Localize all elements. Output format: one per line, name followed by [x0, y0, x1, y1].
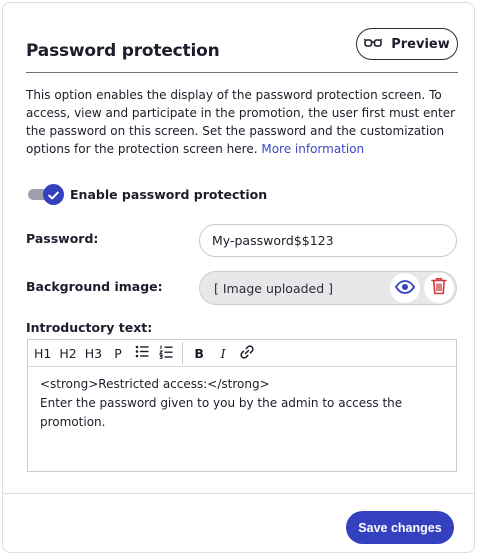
- background-image-label: Background image:: [26, 279, 163, 294]
- toggle-knob: [43, 184, 64, 205]
- toolbar-bullet-list-button[interactable]: [134, 342, 150, 364]
- eye-icon: [394, 279, 416, 298]
- background-image-field: [ Image uploaded ]: [199, 271, 457, 305]
- password-protection-panel: Password protection Preview This option …: [2, 2, 475, 553]
- description: This option enables the display of the p…: [26, 86, 458, 158]
- numbered-list-icon: [158, 345, 173, 362]
- toolbar-h2-button[interactable]: H2: [59, 342, 76, 364]
- introductory-text-label: Introductory text:: [26, 320, 153, 335]
- rich-text-editor: H1 H2 H3 P B I <strong>Restricted access…: [27, 339, 457, 472]
- preview-button[interactable]: Preview: [356, 28, 458, 60]
- toolbar-italic-button[interactable]: I: [215, 342, 231, 364]
- toolbar-separator: [182, 342, 184, 364]
- toolbar-h3-button[interactable]: H3: [85, 342, 102, 364]
- view-image-button[interactable]: [390, 273, 420, 303]
- more-information-link[interactable]: More information: [261, 142, 364, 156]
- toolbar-h1-button[interactable]: H1: [34, 342, 51, 364]
- toolbar-bold-button[interactable]: B: [191, 342, 207, 364]
- enable-protection-toggle[interactable]: [26, 183, 64, 205]
- toolbar-link-button[interactable]: [239, 342, 255, 364]
- check-icon: [48, 185, 59, 204]
- toolbar-numbered-list-button[interactable]: [158, 342, 174, 364]
- link-icon: [239, 344, 255, 363]
- introductory-text-content[interactable]: <strong>Restricted access:</strong> Ente…: [28, 367, 456, 440]
- glasses-icon: [364, 37, 383, 52]
- footer-divider: [3, 493, 474, 494]
- description-text: This option enables the display of the p…: [26, 88, 456, 156]
- preview-label: Preview: [391, 36, 450, 52]
- password-input[interactable]: [199, 224, 457, 257]
- toggle-label: Enable password protection: [70, 186, 268, 202]
- delete-image-button[interactable]: [424, 273, 454, 303]
- page-title: Password protection: [26, 41, 220, 61]
- image-status: [ Image uploaded ]: [214, 281, 334, 296]
- password-label: Password:: [26, 231, 99, 246]
- panel-header: Password protection Preview: [26, 28, 458, 73]
- trash-icon: [431, 277, 447, 299]
- save-changes-button[interactable]: Save changes: [346, 511, 454, 544]
- toolbar-paragraph-button[interactable]: P: [110, 342, 126, 364]
- enable-protection-row: Enable password protection: [26, 183, 267, 205]
- bullet-list-icon: [135, 345, 149, 361]
- editor-toolbar: H1 H2 H3 P B I: [28, 340, 456, 367]
